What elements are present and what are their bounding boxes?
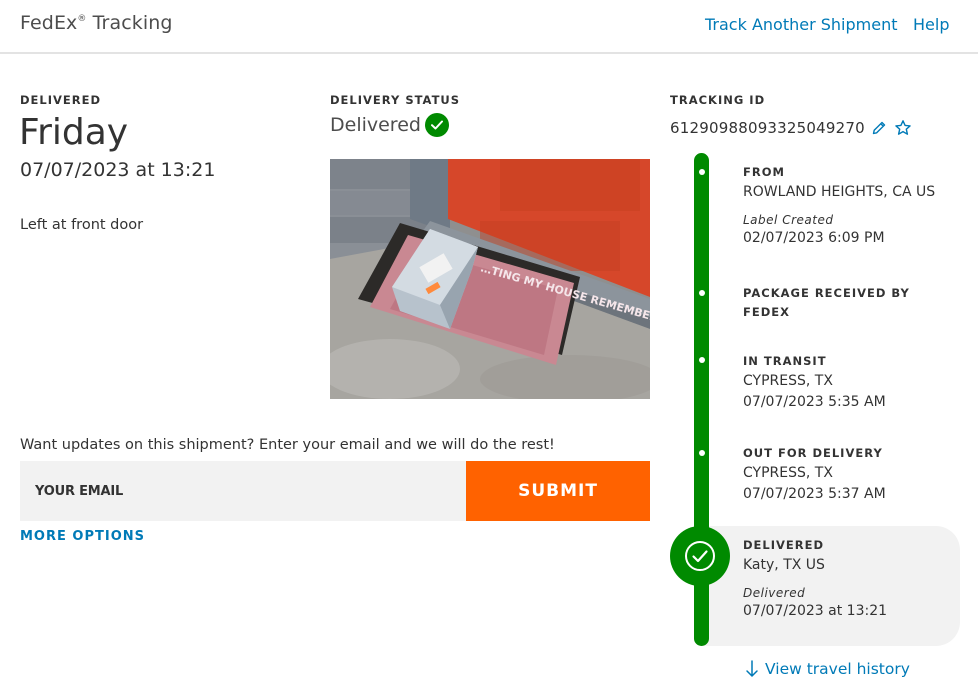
delivery-datetime: 07/07/2023 at 13:21 (20, 159, 216, 181)
step-sublabel: Label Created (743, 213, 834, 227)
delivery-status: Delivered (330, 113, 449, 137)
step-sublabel: Delivered (743, 586, 806, 600)
help-link[interactable]: Help (913, 15, 949, 34)
timeline-step-out-for-delivery: OUT FOR DELIVERY CYPRESS, TX 07/07/2023 … (743, 444, 886, 505)
view-travel-history-label: View travel history (765, 660, 910, 678)
submit-button[interactable]: SUBMIT (466, 461, 650, 521)
step-title: FROM (743, 165, 785, 179)
arrow-down-icon (746, 660, 758, 677)
tracking-id-value: 61290988093325049270 (670, 119, 865, 137)
delivery-photo-illustration: …TING MY HOUSE REMEMBER (330, 159, 650, 399)
timeline-step-received: PACKAGE RECEIVED BY FEDEX (743, 284, 910, 322)
step-title-continued: FEDEX (743, 305, 790, 319)
brand-title[interactable]: FedEx® Tracking (20, 12, 173, 34)
star-icon[interactable] (893, 118, 913, 138)
step-datetime: 02/07/2023 6:09 PM (743, 230, 885, 246)
delivery-status-value: Delivered (330, 114, 421, 136)
updates-prompt: Want updates on this shipment? Enter you… (20, 437, 555, 453)
step-location: Katy, TX US (743, 557, 825, 573)
delivered-heading: DELIVERED (20, 93, 102, 107)
step-title: IN TRANSIT (743, 354, 827, 368)
track-another-shipment-link[interactable]: Track Another Shipment (705, 15, 898, 34)
delivered-check-circle-icon (670, 526, 730, 586)
delivery-day: Friday (19, 112, 129, 153)
step-title: PACKAGE RECEIVED BY (743, 286, 910, 300)
step-datetime: 07/07/2023 5:37 AM (743, 486, 886, 502)
timeline-dot (698, 169, 705, 175)
view-travel-history-link[interactable]: View travel history (745, 660, 910, 678)
timeline-step-from: FROM ROWLAND HEIGHTS, CA US Label Create… (743, 163, 935, 249)
timeline-dot (698, 450, 705, 456)
delivery-status-heading: DELIVERY STATUS (330, 93, 461, 107)
step-title: OUT FOR DELIVERY (743, 446, 883, 460)
timeline-dot (698, 290, 705, 296)
step-datetime: 07/07/2023 5:35 AM (743, 394, 886, 410)
more-options-link[interactable]: MORE OPTIONS (20, 529, 145, 544)
step-location: CYPRESS, TX (743, 373, 833, 389)
email-input[interactable] (20, 461, 466, 521)
step-datetime: 07/07/2023 at 13:21 (743, 603, 888, 619)
step-location: CYPRESS, TX (743, 465, 833, 481)
brand-name: FedEx (20, 12, 78, 34)
timeline-dot (698, 357, 705, 363)
delivery-note: Left at front door (20, 217, 144, 233)
page-header: FedEx® Tracking Track Another Shipment H… (0, 0, 978, 54)
step-location: ROWLAND HEIGHTS, CA US (743, 184, 936, 200)
tracking-id-row: 61290988093325049270 (670, 118, 913, 138)
brand-registered-mark: ® (77, 14, 87, 24)
pencil-icon[interactable] (869, 118, 889, 138)
timeline-step-in-transit: IN TRANSIT CYPRESS, TX 07/07/2023 5:35 A… (743, 352, 886, 413)
proof-of-delivery-photo[interactable]: …TING MY HOUSE REMEMBER (330, 159, 650, 399)
tracking-id-heading: TRACKING ID (670, 93, 766, 107)
check-circle-icon (424, 113, 449, 137)
brand-suffix: Tracking (92, 12, 173, 34)
timeline-step-delivered: DELIVERED Katy, TX US Delivered 07/07/20… (743, 536, 887, 622)
step-title: DELIVERED (743, 538, 825, 552)
